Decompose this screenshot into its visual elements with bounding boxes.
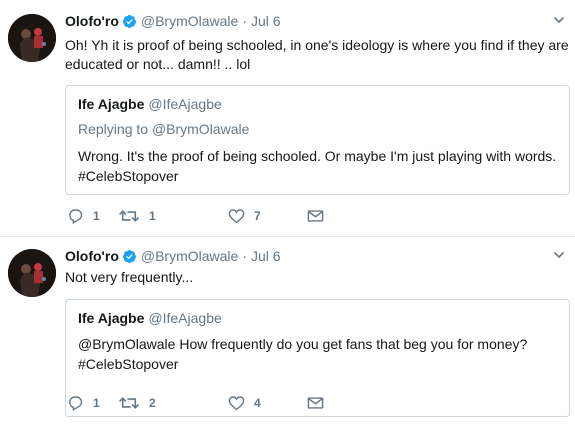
avatar[interactable] [8,14,56,62]
reply-count: 1 [93,396,100,410]
separator-dot: · [242,13,247,29]
username[interactable]: @BrymOlawale [141,13,238,29]
like-count: 4 [254,396,261,410]
reply-button[interactable]: 1 [67,207,100,225]
like-button[interactable]: 4 [228,394,261,412]
quoted-display-name: Ife Ajagbe [78,310,145,326]
separator-dot: · [242,248,247,264]
retweet-button[interactable]: 2 [118,394,156,412]
reply-icon [69,396,83,411]
chevron-down-icon[interactable] [553,14,565,26]
quoted-tweet[interactable]: Ife Ajagbe @IfeAjagbe Replying to @BrymOl… [65,85,570,195]
verified-badge-icon [122,14,136,28]
replying-to-mention[interactable]: @BrymOlawale [152,121,249,137]
heart-icon [228,396,245,411]
retweet-count: 2 [149,396,156,410]
display-name[interactable]: Olofo'ro [65,248,119,264]
envelope-icon [307,397,324,409]
timestamp[interactable]: Jul 6 [251,13,281,29]
direct-message-button[interactable] [307,394,324,412]
quoted-tweet-text: @BrymOlawale How frequently do you get f… [78,334,558,374]
quoted-hashtag[interactable]: #CelebStopover [78,166,558,186]
timestamp[interactable]: Jul 6 [251,248,281,264]
like-count: 7 [254,209,261,223]
quoted-tweet-header: Ife Ajagbe @IfeAjagbe [78,310,222,326]
username[interactable]: @BrymOlawale [141,248,238,264]
heart-icon [228,209,245,224]
replying-to: Replying to @BrymOlawale [78,121,249,137]
tweet-header: Olofo'ro @BrymOlawale · Jul 6 [65,12,281,30]
retweet-icon [119,397,139,409]
retweet-count: 1 [149,209,156,223]
chevron-down-icon[interactable] [553,249,565,261]
reply-count: 1 [93,209,100,223]
tweet-header: Olofo'ro @BrymOlawale · Jul 6 [65,247,281,265]
verified-badge-icon [122,249,136,263]
quoted-display-name: Ife Ajagbe [78,96,145,112]
display-name[interactable]: Olofo'ro [65,13,119,29]
quoted-hashtag[interactable]: #CelebStopover [78,354,558,374]
quoted-tweet-header: Ife Ajagbe @IfeAjagbe [78,96,222,112]
tweet[interactable]: Olofo'ro @BrymOlawale · Jul 6 Not very f… [0,237,575,428]
reply-icon [69,209,83,224]
tweet-text: Oh! Yh it is proof of being schooled, in… [65,37,569,72]
retweet-icon [119,210,139,222]
reply-button[interactable]: 1 [67,394,100,412]
like-button[interactable]: 7 [228,207,261,225]
tweet[interactable]: Olofo'ro @BrymOlawale · Jul 6 Oh! Yh it … [0,0,575,237]
quoted-username: @IfeAjagbe [148,310,222,326]
avatar[interactable] [8,249,56,297]
quoted-text-line: @BrymOlawale How frequently do you get f… [78,336,528,352]
tweet-text: Not very frequently... [65,269,194,285]
quoted-username: @IfeAjagbe [148,96,222,112]
replying-to-label: Replying to [78,121,149,137]
direct-message-button[interactable] [307,207,324,225]
retweet-button[interactable]: 1 [118,207,156,225]
quoted-text-line: Wrong. It's the proof of being schooled.… [78,148,557,164]
envelope-icon [307,210,324,222]
quoted-tweet-text: Wrong. It's the proof of being schooled.… [78,146,558,186]
